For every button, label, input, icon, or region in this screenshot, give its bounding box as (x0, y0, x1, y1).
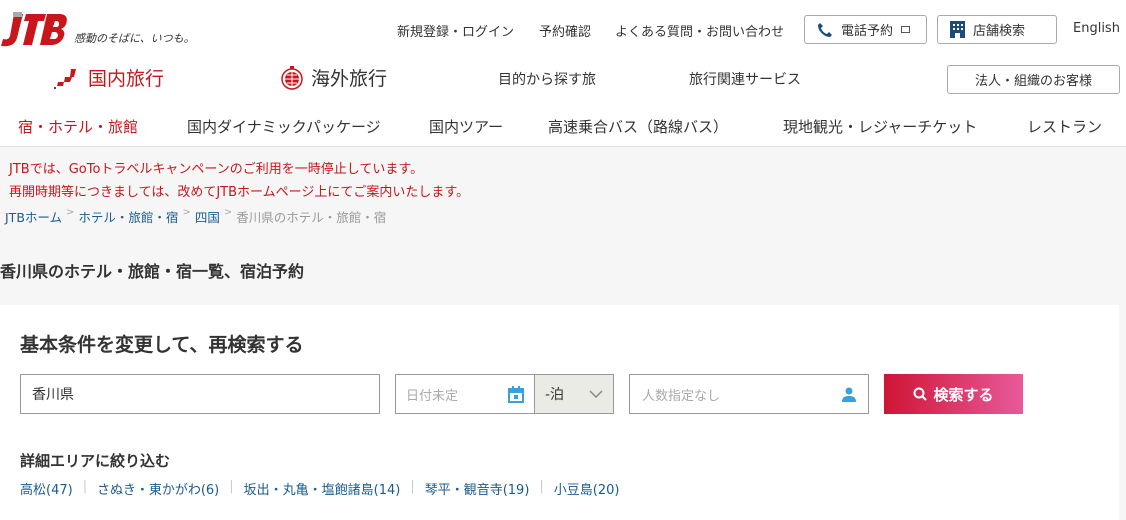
globe-icon (281, 65, 303, 90)
area-link[interactable]: 琴平・観音寺(19) (425, 479, 530, 498)
nav-overseas-travel[interactable]: 海外旅行 (281, 64, 387, 91)
tagline: 感動のそばに、いつも。 (74, 32, 195, 45)
search-button-label: 検索する (933, 385, 994, 404)
reservation-check-link[interactable]: 予約確認 (539, 21, 591, 40)
nights-value: -泊 (545, 387, 565, 403)
breadcrumb-shikoku[interactable]: 四国 (195, 207, 220, 226)
calendar-icon (508, 385, 524, 403)
area-link[interactable]: 小豆島(20) (554, 479, 620, 498)
nav-services[interactable]: 旅行関連サービス (689, 69, 801, 89)
store-search-button[interactable]: 店舗検索 (937, 15, 1057, 44)
chevron-down-icon (589, 390, 603, 398)
area-links: 高松(47) | さぬき・東かがわ(6) | 坂出・丸亀・塩飽諸島(14) | 琴平・… (20, 479, 620, 498)
subnav-restaurant[interactable]: レストラン (1027, 116, 1102, 137)
nav-purpose[interactable]: 目的から探す旅 (498, 69, 596, 89)
area-link[interactable]: 高松(47) (20, 479, 73, 498)
nights-select[interactable]: -泊 (534, 374, 614, 414)
building-icon (950, 21, 965, 38)
subnav-highway-bus[interactable]: 高速乗合バス（路線バス） (548, 116, 728, 137)
person-icon (842, 387, 856, 402)
search-heading: 基本条件を変更して、再検索する (20, 334, 304, 356)
breadcrumb: JTBホーム > ホテル・旅館・宿 > 四国 > 香川県のホテル・旅館・宿 (5, 207, 387, 226)
date-placeholder: 日付未定 (406, 388, 459, 404)
phone-reservation-button[interactable]: 電話予約 (804, 15, 927, 44)
breadcrumb-home[interactable]: JTBホーム (5, 207, 62, 226)
store-search-label: 店舗検索 (973, 24, 1026, 39)
destination-value: 香川県 (32, 387, 74, 403)
area-link[interactable]: さぬき・東かがわ(6) (97, 479, 219, 498)
jtb-logo[interactable] (0, 10, 68, 54)
external-window-icon (901, 26, 911, 33)
notice-line: 再開時期等につきましては、改めてJTBホームページ上にてご案内いたします。 (9, 185, 470, 200)
search-icon (913, 387, 928, 401)
subnav-domestic-tour[interactable]: 国内ツアー (429, 116, 503, 137)
corporate-label: 法人・組織のお客様 (974, 74, 1092, 89)
login-link[interactable]: 新規登録・ログイン (397, 21, 514, 40)
guests-input[interactable]: 人数指定なし (629, 374, 869, 414)
nav-domestic-travel[interactable]: 国内旅行 (54, 64, 164, 91)
nav-domestic-label: 国内旅行 (88, 68, 165, 90)
guests-placeholder: 人数指定なし (642, 388, 721, 404)
japan-map-icon (54, 68, 76, 89)
destination-input[interactable]: 香川県 (20, 374, 380, 414)
phone-icon (818, 22, 832, 37)
english-link[interactable]: English (1073, 21, 1120, 36)
faq-link[interactable]: よくある質問・お問い合わせ (615, 21, 784, 40)
subnav-leisure-tickets[interactable]: 現地観光・レジャーチケット (783, 116, 977, 137)
subnav-hotels[interactable]: 宿・ホテル・旅館 (18, 116, 138, 137)
subnav-dynamic-package[interactable]: 国内ダイナミックパッケージ (187, 116, 381, 137)
breadcrumb-hotels[interactable]: ホテル・旅館・宿 (78, 207, 178, 226)
search-button[interactable]: 検索する (884, 374, 1023, 414)
area-filter-heading: 詳細エリアに絞り込む (20, 452, 171, 470)
notice-line: JTBでは、GoToトラベルキャンペーンのご利用を一時停止しています。 (9, 162, 424, 177)
nav-overseas-label: 海外旅行 (311, 68, 388, 90)
corporate-button[interactable]: 法人・組織のお客様 (947, 65, 1120, 94)
date-input[interactable]: 日付未定 (395, 374, 535, 414)
breadcrumb-current: 香川県のホテル・旅館・宿 (236, 210, 387, 225)
page-title: 香川県のホテル・旅館・宿一覧、宿泊予約 (0, 262, 305, 281)
area-link[interactable]: 坂出・丸亀・塩飽諸島(14) (244, 479, 401, 498)
phone-reservation-label: 電話予約 (841, 24, 894, 39)
